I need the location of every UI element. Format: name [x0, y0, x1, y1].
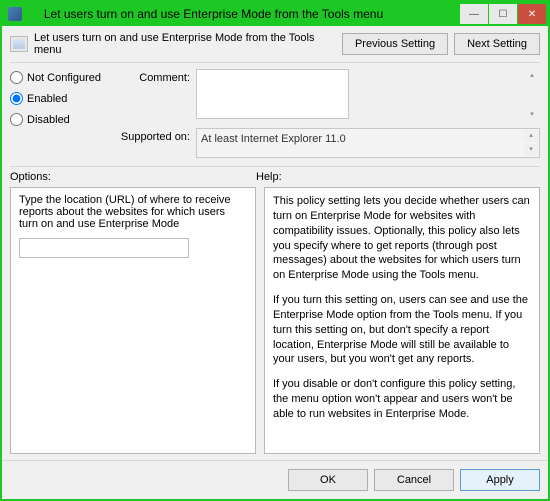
scroll-up-icon[interactable]: ▴	[524, 130, 538, 142]
minimize-button[interactable]: —	[460, 4, 488, 24]
radio-enabled[interactable]: Enabled	[10, 92, 105, 105]
supported-label: Supported on:	[115, 128, 190, 158]
window-title: Let users turn on and use Enterprise Mod…	[0, 7, 459, 21]
radio-disabled-input[interactable]	[10, 113, 23, 126]
comment-label: Comment:	[115, 69, 190, 122]
supported-on-value: At least Internet Explorer 11.0 ▴ ▾	[196, 128, 540, 158]
maximize-button[interactable]: ☐	[489, 4, 517, 24]
options-panel: Type the location (URL) of where to rece…	[10, 187, 256, 454]
separator	[10, 166, 540, 167]
radio-disabled-label: Disabled	[27, 114, 70, 126]
help-p1: This policy setting lets you decide whet…	[273, 194, 531, 283]
policy-icon	[10, 36, 28, 52]
title-bar: Let users turn on and use Enterprise Mod…	[2, 2, 548, 26]
supported-text: At least Internet Explorer 11.0	[201, 133, 346, 145]
policy-title: Let users turn on and use Enterprise Mod…	[34, 32, 336, 56]
scroll-up-icon[interactable]: ▴	[525, 70, 539, 82]
report-url-input[interactable]	[19, 238, 189, 258]
radio-enabled-input[interactable]	[10, 92, 23, 105]
scroll-down-icon[interactable]: ▾	[524, 144, 538, 156]
help-p3: If you disable or don't configure this p…	[273, 377, 531, 422]
help-panel: This policy setting lets you decide whet…	[264, 187, 540, 454]
url-description: Type the location (URL) of where to rece…	[19, 194, 247, 230]
radio-not-configured[interactable]: Not Configured	[10, 71, 105, 84]
previous-setting-button[interactable]: Previous Setting	[342, 33, 448, 55]
apply-button[interactable]: Apply	[460, 469, 540, 491]
radio-disabled[interactable]: Disabled	[10, 113, 105, 126]
cancel-button[interactable]: Cancel	[374, 469, 454, 491]
help-heading: Help:	[256, 171, 540, 183]
close-button[interactable]: ✕	[518, 4, 546, 24]
options-heading: Options:	[10, 171, 256, 183]
radio-enabled-label: Enabled	[27, 93, 67, 105]
scroll-down-icon[interactable]: ▾	[525, 109, 539, 121]
help-p2: If you turn this setting on, users can s…	[273, 293, 531, 367]
ok-button[interactable]: OK	[288, 469, 368, 491]
radio-not-configured-input[interactable]	[10, 71, 23, 84]
next-setting-button[interactable]: Next Setting	[454, 33, 540, 55]
comment-input[interactable]	[196, 69, 349, 119]
radio-not-configured-label: Not Configured	[27, 72, 101, 84]
separator	[10, 62, 540, 63]
